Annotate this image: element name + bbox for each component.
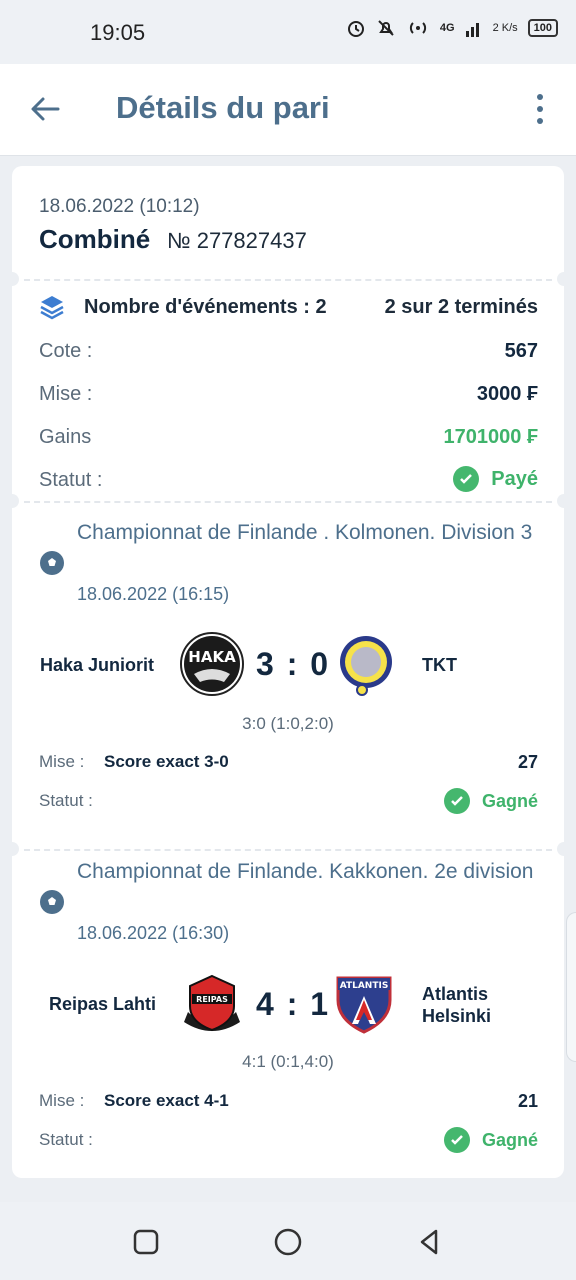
page-title: Détails du pari xyxy=(116,90,330,125)
match-score: 3 : 0 xyxy=(256,646,331,682)
event-status-badge: Gagné xyxy=(443,1127,538,1153)
more-vertical-icon[interactable] xyxy=(534,94,546,124)
svg-text:HAKA: HAKA xyxy=(188,648,236,666)
soccer-ball-icon xyxy=(40,890,64,914)
layers-icon xyxy=(40,296,64,320)
status-badge: Payé xyxy=(453,466,538,492)
check-icon xyxy=(443,788,470,814)
bet-type: Combiné xyxy=(39,224,151,254)
bet-date: 18.06.2022 (10:12) xyxy=(39,196,200,217)
status-label: Statut : xyxy=(39,469,103,491)
event-status-label: Statut : xyxy=(39,791,93,810)
home-icon[interactable] xyxy=(272,1226,304,1258)
away-team: TKT xyxy=(422,655,457,675)
match-subscore: 3:0 (1:0,2:0) xyxy=(242,714,334,733)
svg-text:REIPAS: REIPAS xyxy=(196,995,228,1004)
bet-selection: Score exact 4-1 xyxy=(104,1091,229,1110)
league-name: Championnat de Finlande . Kolmonen. Divi… xyxy=(77,521,533,544)
bet-selection: Score exact 3-0 xyxy=(104,752,229,771)
haka-logo-icon: HAKA xyxy=(180,632,244,696)
svg-text:ATLANTIS: ATLANTIS xyxy=(340,981,389,991)
league-name: Championnat de Finlande. Kakkonen. 2e di… xyxy=(77,860,534,883)
system-nav-bar xyxy=(0,1202,576,1280)
event-odd: 27 xyxy=(517,752,538,772)
home-team: Haka Juniorit xyxy=(40,655,155,675)
back-nav-icon[interactable] xyxy=(414,1226,446,1258)
network-type: 4G xyxy=(439,22,455,34)
recents-icon[interactable] xyxy=(130,1226,162,1258)
tkt-logo-icon xyxy=(340,636,392,696)
status-time: 19:05 xyxy=(90,20,146,45)
alarm-icon xyxy=(347,21,364,37)
event-status-value: Gagné xyxy=(481,1129,538,1150)
winnings-label: Gains xyxy=(39,426,92,448)
match-subscore: 4:1 (0:1,4:0) xyxy=(242,1052,334,1071)
check-icon xyxy=(453,466,480,492)
status-value: Payé xyxy=(491,467,538,490)
soccer-ball-icon xyxy=(40,551,64,575)
ticket-number: № 277827437 xyxy=(167,228,307,253)
hotspot-icon xyxy=(409,22,426,34)
event-status-value: Gagné xyxy=(481,790,538,811)
check-icon xyxy=(443,1127,470,1153)
signal-icon xyxy=(465,23,479,37)
event-odd: 21 xyxy=(517,1091,538,1111)
event-status-badge: Gagné xyxy=(443,788,538,814)
bet-stake-label: Mise : xyxy=(39,1091,85,1110)
app-bar: Détails du pari xyxy=(0,64,576,156)
odds-label: Cote : xyxy=(39,340,93,362)
events-done: 2 sur 2 terminés xyxy=(384,296,538,318)
battery-icon: 100 xyxy=(527,19,558,37)
event-status-label: Statut : xyxy=(39,1130,93,1149)
mute-icon xyxy=(378,20,394,36)
status-icons: 4G 2 K/s 100 xyxy=(346,18,558,38)
winnings-value: 1701000 ₣ xyxy=(443,426,538,448)
reipas-logo-icon: REIPAS xyxy=(184,974,240,1032)
bet-stake-label: Mise : xyxy=(39,752,85,771)
away-team: Atlantis Helsinki xyxy=(422,984,492,1026)
events-count: Nombre d'événements : 2 xyxy=(84,296,327,318)
stake-label: Mise : xyxy=(39,383,93,405)
network-speed: 2 K/s xyxy=(492,22,518,34)
arrow-left-icon[interactable] xyxy=(28,92,62,126)
home-team: Reipas Lahti xyxy=(49,994,157,1014)
stake-value: 3000 ₣ xyxy=(476,383,538,405)
match-date: 18.06.2022 (16:30) xyxy=(77,923,230,943)
odds-value: 567 xyxy=(504,340,538,362)
bet-details-card: 18.06.2022 (10:12) Combiné № 277827437 N… xyxy=(5,166,571,1178)
atlantis-logo-icon: ATLANTIS xyxy=(336,976,392,1034)
match-date: 18.06.2022 (16:15) xyxy=(77,584,230,604)
match-score: 4 : 1 xyxy=(256,986,331,1022)
edge-panel-handle[interactable] xyxy=(566,912,576,1062)
status-bar: 19:05 4G 2 K/s 100 xyxy=(0,0,576,64)
